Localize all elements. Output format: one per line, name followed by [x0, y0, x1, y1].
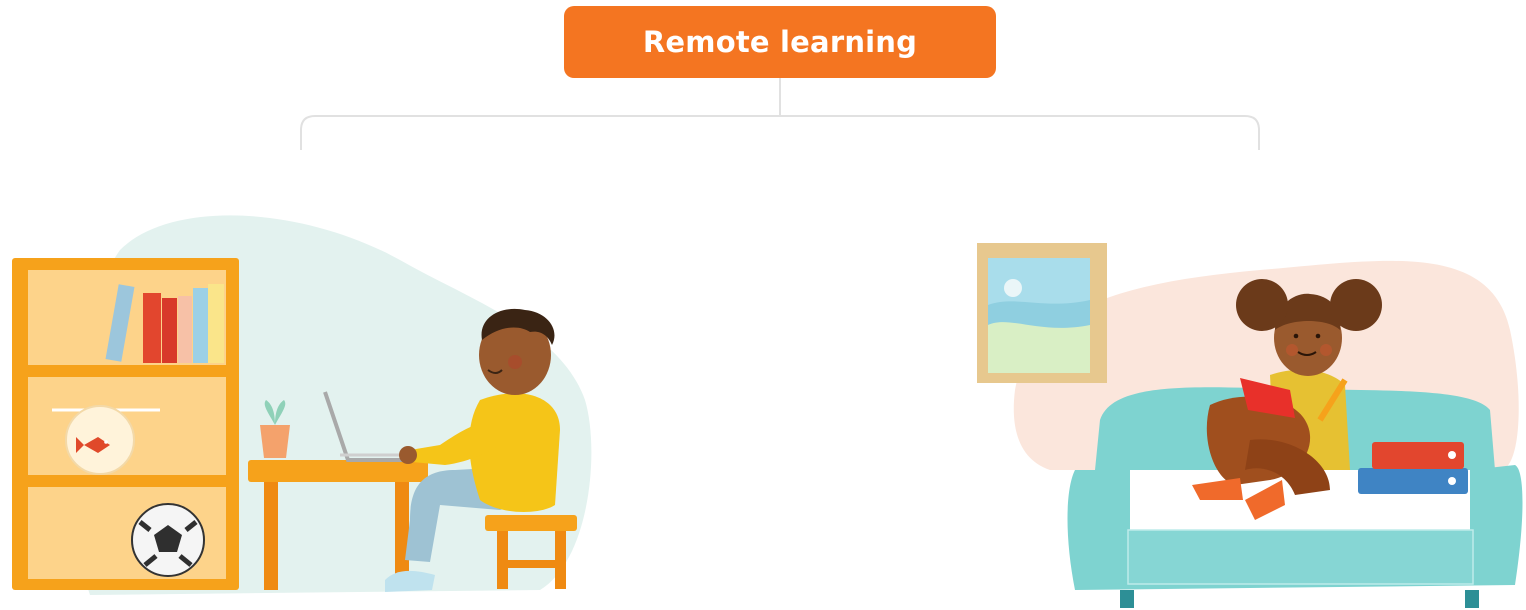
wall-picture-icon — [977, 243, 1107, 383]
girl-reading-on-couch-illustration — [977, 243, 1523, 608]
binders-icon — [1358, 442, 1468, 494]
